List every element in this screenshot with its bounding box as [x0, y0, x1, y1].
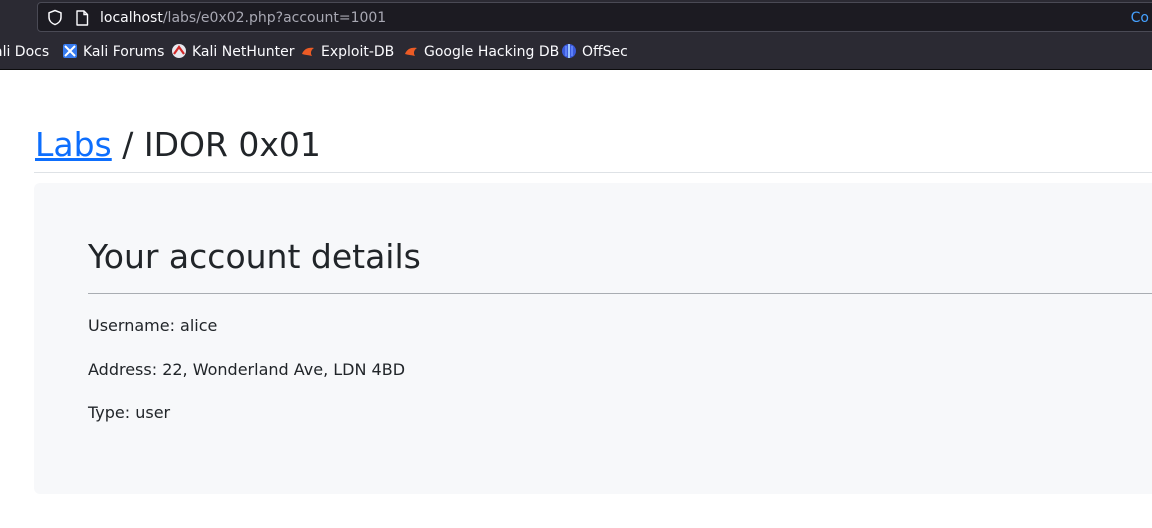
bookmark-label: Kali Forums	[83, 44, 165, 60]
url-right-hint[interactable]: Co	[1131, 9, 1149, 27]
type-text: Type: user	[88, 403, 171, 422]
card-divider	[88, 293, 1152, 294]
kali-nethunter-icon	[172, 44, 186, 58]
page-title: Labs / IDOR 0x01	[35, 123, 321, 167]
bookmark-label: Exploit-DB	[321, 44, 395, 60]
shield-icon[interactable]	[47, 9, 63, 26]
username-text: Username: alice	[88, 316, 218, 335]
bookmark-exploit-db[interactable]: Exploit-DB	[300, 43, 394, 61]
bookmark-label: Kali NetHunter	[192, 44, 295, 60]
url-bar[interactable]: localhost/labs/e0x02.php?account=1001 Co	[37, 2, 1152, 32]
google-hacking-db-icon	[405, 47, 417, 56]
bookmark-label: OffSec	[582, 44, 628, 60]
bookmark-label: Google Hacking DB	[424, 44, 560, 60]
page-content: Labs / IDOR 0x01 Your account details Us…	[0, 70, 1152, 528]
bookmark-offsec[interactable]: OffSec	[561, 43, 628, 61]
offsec-icon	[562, 44, 576, 58]
page-icon	[76, 10, 89, 26]
bookmark-label: ali Docs	[0, 44, 50, 60]
bookmarks-bar: ali Docs Kali Forums Kali NetHunter Expl…	[0, 36, 1152, 68]
bookmark-google-hacking-db[interactable]: Google Hacking DB	[403, 43, 559, 61]
bookmark-kali-docs[interactable]: ali Docs	[0, 43, 49, 61]
browser-chrome: localhost/labs/e0x02.php?account=1001 Co…	[0, 0, 1152, 70]
breadcrumb-labs-link[interactable]: Labs	[35, 125, 112, 164]
url-path: /labs/e0x02.php?account=1001	[162, 10, 387, 26]
breadcrumb-current: / IDOR 0x01	[111, 125, 321, 164]
url-text[interactable]: localhost/labs/e0x02.php?account=1001	[100, 9, 386, 27]
bookmark-kali-forums[interactable]: Kali Forums	[62, 43, 164, 61]
url-host: localhost	[100, 10, 163, 26]
exploit-db-icon	[302, 47, 314, 56]
card-title: Your account details	[88, 237, 421, 276]
heading-divider	[34, 172, 1152, 173]
bookmark-kali-nethunter[interactable]: Kali NetHunter	[171, 43, 294, 61]
kali-forums-icon	[63, 44, 77, 58]
account-details-card: Your account details Username: alice Add…	[34, 183, 1152, 494]
address-text: Address: 22, Wonderland Ave, LDN 4BD	[88, 360, 406, 379]
